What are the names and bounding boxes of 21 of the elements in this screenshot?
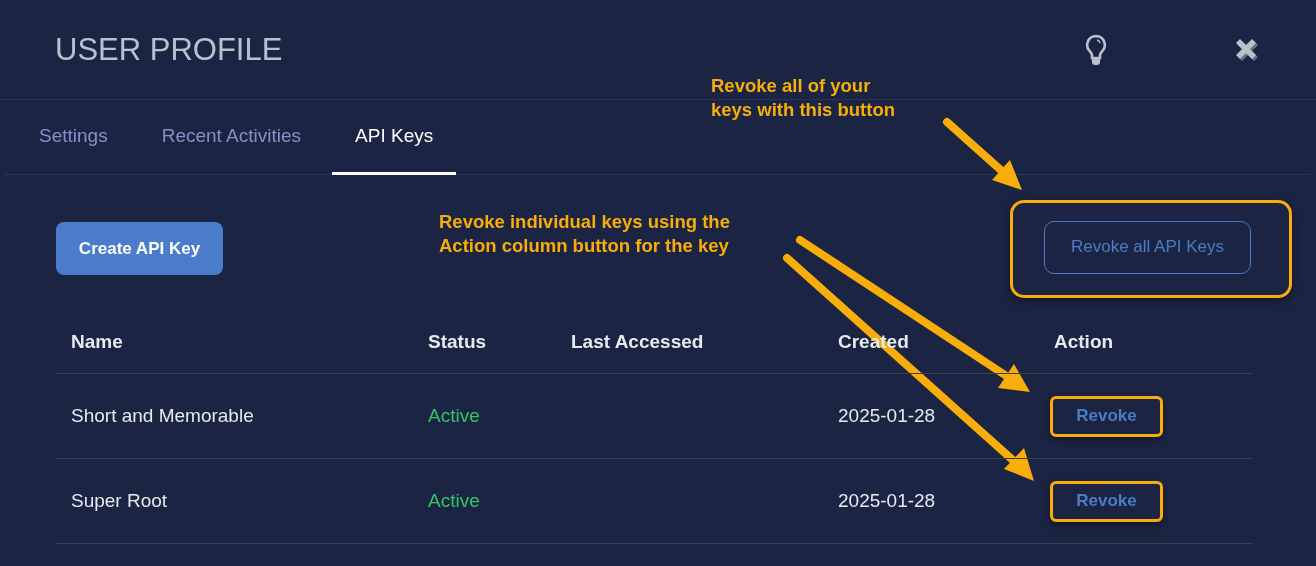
tab[interactable]: Recent Activities xyxy=(138,100,325,175)
revoke-all-button[interactable]: Revoke all API Keys xyxy=(1044,220,1251,274)
column-header: Name xyxy=(71,331,123,352)
created-date: 2025-01-28 xyxy=(838,405,936,426)
tab[interactable]: Settings xyxy=(16,100,131,175)
status-text: Active xyxy=(428,490,480,511)
tab[interactable]: API Keys xyxy=(332,100,457,175)
key-name: Super Root xyxy=(71,490,168,511)
window-title: USER PROFILE xyxy=(55,31,284,68)
status-text: Active xyxy=(428,405,480,426)
revoke-button[interactable]: Revoke xyxy=(1050,480,1163,522)
annotation-text: Revoke individual keys using the Action column button for the key xyxy=(439,210,730,258)
annotation-text: Revoke all of your keys with this button xyxy=(711,74,895,122)
key-name: Short and Memorable xyxy=(71,405,254,426)
column-header: Last Accessed xyxy=(571,331,704,352)
lightbulb-icon[interactable] xyxy=(1085,33,1107,66)
revoke-button[interactable]: Revoke xyxy=(1050,395,1163,437)
column-header: Action xyxy=(1054,331,1114,352)
create-api-key-button[interactable]: Create API Key xyxy=(56,222,223,275)
created-date: 2025-01-28 xyxy=(838,490,936,511)
column-header: Status xyxy=(428,331,487,352)
